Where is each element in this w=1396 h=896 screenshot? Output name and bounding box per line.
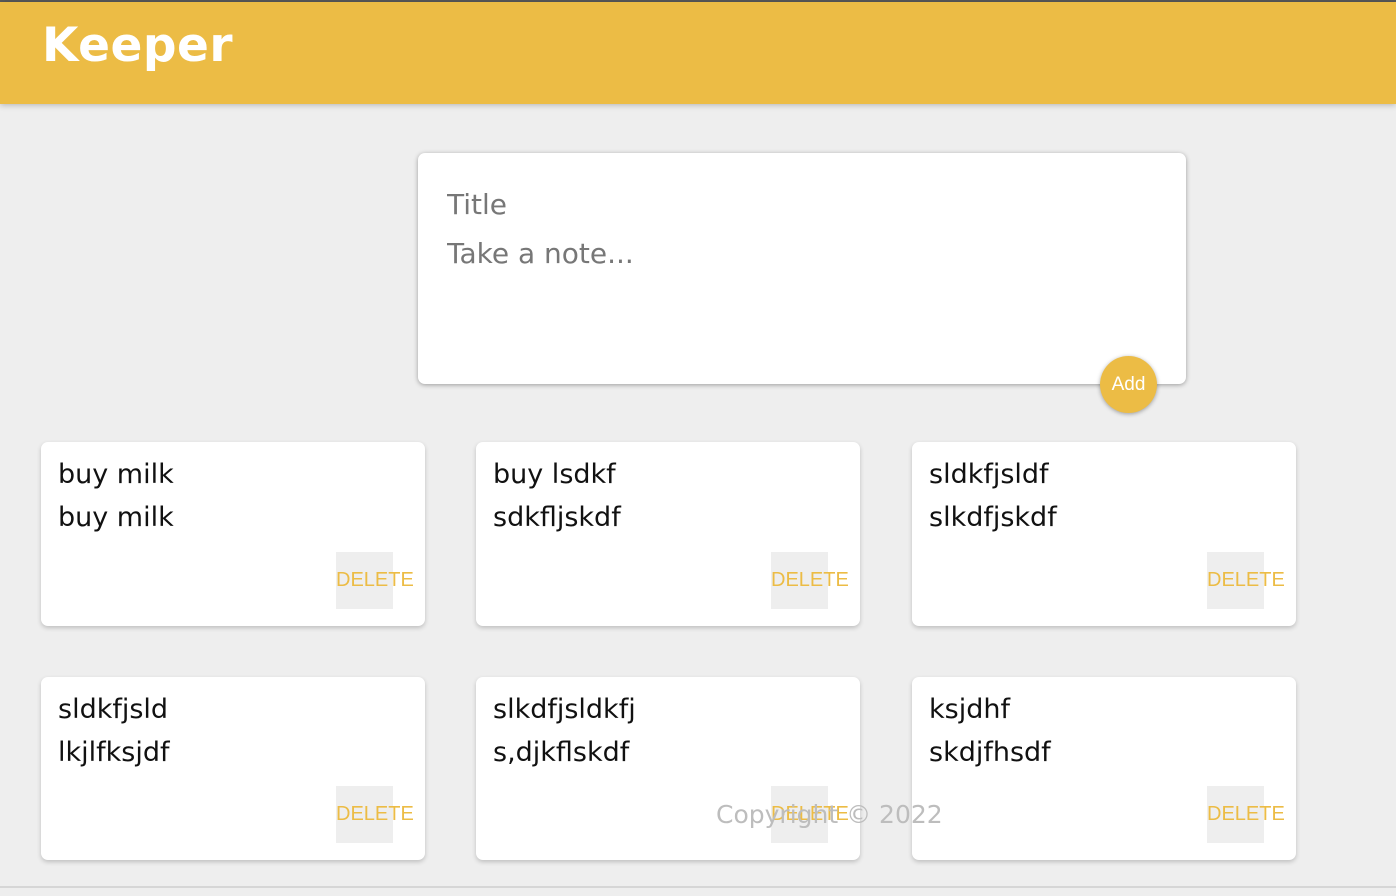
note-title: buy lsdkf [493,459,616,490]
copyright-text: Copyright © 2022 [716,800,943,829]
delete-note-button[interactable]: DELETE [1207,552,1285,609]
note-content: lkjlfksjdf [58,737,170,768]
note-content: skdjfhsdf [929,737,1051,768]
note-card: sldkfjsldf slkdfjskdf DELETE [912,442,1296,626]
note-title: buy milk [58,459,174,490]
window-bottom-border [0,886,1396,888]
note-card: slkdfjsldkfj s,djkflskdf DELETE [476,677,860,860]
note-title-input[interactable] [447,185,1147,223]
note-title: ksjdhf [929,694,1010,725]
note-card: buy milk buy milk DELETE [41,442,425,626]
app-title: Keeper [42,18,234,73]
note-content: s,djkflskdf [493,737,630,768]
note-title: sldkfjsld [58,694,169,725]
app-header: Keeper [0,2,1396,104]
delete-note-button[interactable]: DELETE [336,786,414,843]
note-title: slkdfjsldkfj [493,694,636,725]
delete-note-button[interactable]: DELETE [771,552,849,609]
add-note-button[interactable]: Add [1100,356,1157,413]
note-card: sldkfjsld lkjlfksjdf DELETE [41,677,425,860]
note-content: sdkfljskdf [493,502,621,533]
note-card: buy lsdkf sdkfljskdf DELETE [476,442,860,626]
note-content-input[interactable] [447,235,1147,355]
note-card: ksjdhf skdjfhsdf DELETE [912,677,1296,860]
note-content: buy milk [58,502,174,533]
create-note-form [418,153,1186,384]
note-title: sldkfjsldf [929,459,1049,490]
delete-note-button[interactable]: DELETE [336,552,414,609]
delete-note-button[interactable]: DELETE [1207,786,1285,843]
note-content: slkdfjskdf [929,502,1057,533]
